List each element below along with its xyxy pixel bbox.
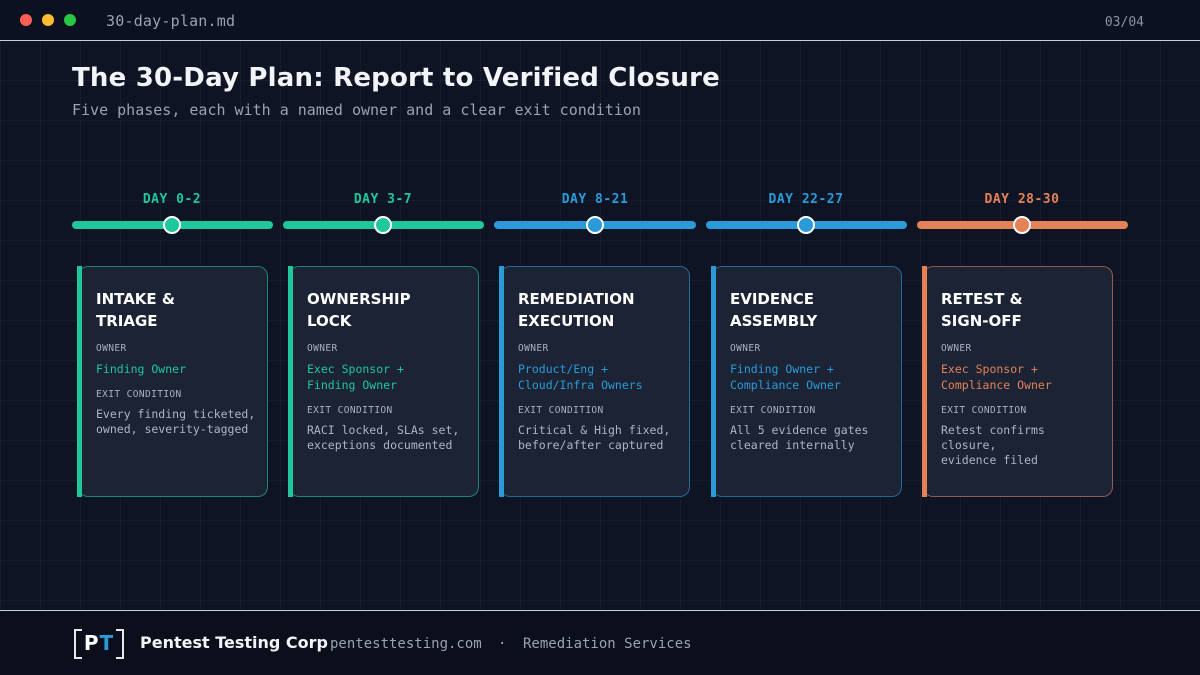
timeline-node <box>1013 216 1031 234</box>
exit-condition-value: All 5 evidence gates cleared internally <box>730 423 869 452</box>
owner-label: OWNER <box>730 343 761 354</box>
website-link[interactable]: pentesttesting.com <box>330 636 482 652</box>
exit-condition-label: EXIT CONDITION <box>96 389 182 400</box>
logo-letter-p: P <box>83 631 100 655</box>
owner-value: Product/Eng + Cloud/Infra Owners <box>518 362 643 392</box>
file-name: 30-day-plan.md <box>106 12 236 30</box>
exit-condition-label: EXIT CONDITION <box>941 405 1027 416</box>
page-counter: 03/04 <box>1104 15 1144 30</box>
card-accent-bar <box>77 266 82 497</box>
owner-value: Finding Owner + Compliance Owner <box>730 362 841 392</box>
card-accent-bar <box>499 266 504 497</box>
owner-value: Exec Sponsor + Finding Owner <box>307 362 404 392</box>
exit-condition-value: RACI locked, SLAs set, exceptions docume… <box>307 423 460 452</box>
owner-label: OWNER <box>307 343 338 354</box>
company-logo: PT <box>74 629 124 659</box>
timeline-node <box>374 216 392 234</box>
owner-label: OWNER <box>96 343 127 354</box>
exit-condition-value: Retest confirms closure, evidence filed <box>941 423 1045 467</box>
maximize-window-button[interactable] <box>64 14 76 26</box>
phase-card-retest-signoff: RETEST & SIGN-OFF OWNER Exec Sponsor + C… <box>922 266 1113 497</box>
owner-label: OWNER <box>941 343 972 354</box>
exit-condition-value: Critical & High fixed, before/after capt… <box>518 423 671 452</box>
owner-value: Exec Sponsor + Compliance Owner <box>941 362 1052 392</box>
service-name: Remediation Services <box>523 636 692 652</box>
phase-title: OWNERSHIP LOCK <box>307 290 411 330</box>
phase-title: REMEDIATION EXECUTION <box>518 290 635 330</box>
minimize-window-button[interactable] <box>42 14 54 26</box>
phase-card-remediation-execution: REMEDIATION EXECUTION OWNER Product/Eng … <box>499 266 690 497</box>
exit-condition-label: EXIT CONDITION <box>730 405 816 416</box>
page-subtitle: Five phases, each with a named owner and… <box>72 101 641 119</box>
timeline-node <box>163 216 181 234</box>
timeline-day-label: DAY 0-2 <box>142 192 202 207</box>
phase-title: RETEST & SIGN-OFF <box>941 290 1023 330</box>
phase-card-evidence-assembly: EVIDENCE ASSEMBLY OWNER Finding Owner + … <box>711 266 902 497</box>
phase-title: INTAKE & TRIAGE <box>96 290 175 330</box>
timeline-day-label: DAY 28-30 <box>984 192 1060 207</box>
timeline-node <box>797 216 815 234</box>
phase-card-intake-triage: INTAKE & TRIAGE OWNER Finding Owner EXIT… <box>77 266 268 497</box>
phase-title: EVIDENCE ASSEMBLY <box>730 290 818 330</box>
footer-separator: · <box>498 636 507 652</box>
window-title-bar: 30-day-plan.md 03/04 <box>0 0 1200 41</box>
card-accent-bar <box>922 266 927 497</box>
exit-condition-label: EXIT CONDITION <box>307 405 393 416</box>
timeline-day-label: DAY 22-27 <box>768 192 844 207</box>
timeline-day-label: DAY 8-21 <box>561 192 629 207</box>
exit-condition-value: Every finding ticketed, owned, severity-… <box>96 407 256 436</box>
page-title: The 30-Day Plan: Report to Verified Clos… <box>72 63 720 93</box>
card-accent-bar <box>711 266 716 497</box>
owner-value: Finding Owner <box>96 362 187 376</box>
phase-card-ownership-lock: OWNERSHIP LOCK OWNER Exec Sponsor + Find… <box>288 266 479 497</box>
timeline-day-label: DAY 3-7 <box>353 192 413 207</box>
close-window-button[interactable] <box>20 14 32 26</box>
card-accent-bar <box>288 266 293 497</box>
logo-letter-t: T <box>99 631 115 655</box>
timeline-node <box>586 216 604 234</box>
company-name: Pentest Testing Corp <box>140 633 328 652</box>
exit-condition-label: EXIT CONDITION <box>518 405 604 416</box>
logo-letters: PT <box>80 631 118 655</box>
owner-label: OWNER <box>518 343 549 354</box>
logo-bracket-right <box>116 629 124 659</box>
